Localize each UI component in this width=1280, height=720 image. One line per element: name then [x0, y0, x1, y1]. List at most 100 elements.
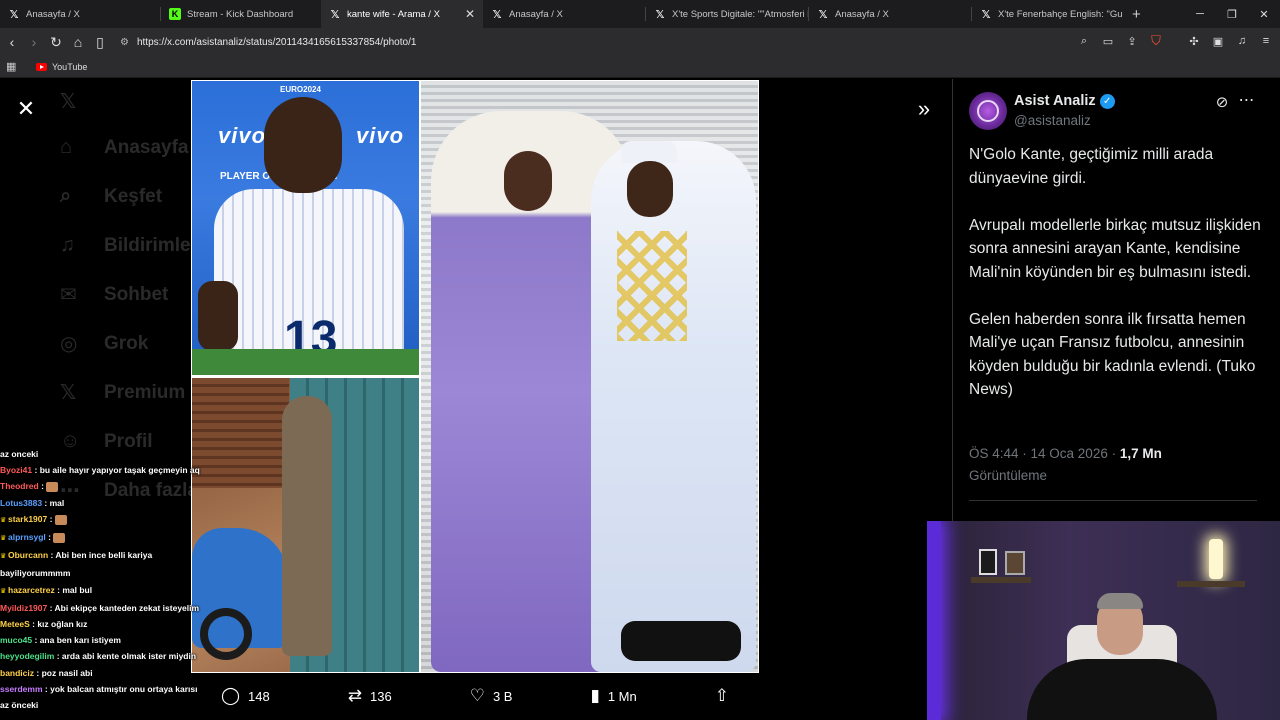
chat-message: bayiliyorummmm	[0, 568, 71, 579]
chat-message: az onceki	[0, 449, 39, 459]
emote-icon	[46, 482, 59, 493]
avatar[interactable]	[969, 92, 1007, 130]
photo-panel-couple	[421, 81, 758, 672]
display-name[interactable]: Asist Analiz ✓	[1014, 93, 1115, 109]
user-handle[interactable]: @asistanaliz	[1014, 113, 1091, 128]
tab-title: X'te Fenerbahçe English: "Guendouz	[998, 8, 1122, 20]
share-icon[interactable]: ⇪	[1124, 32, 1140, 50]
minimize-icon[interactable]: ─	[1184, 8, 1216, 20]
home-icon[interactable]: ⌂	[68, 32, 88, 52]
media-action-bar: ◯ 148 ⇄ 136 ♡ 3 B ▮ 1 Mn ⇧	[191, 679, 759, 713]
browser-tab[interactable]: 𝕏 Anasayfa / X	[483, 0, 645, 28]
bg-nav-item: ⌂ Anasayfa	[60, 136, 189, 158]
extensions-icon[interactable]: ✣	[1186, 32, 1202, 50]
collapse-panel-icon[interactable]: »	[912, 96, 936, 121]
woman-face	[504, 151, 552, 211]
like-button[interactable]: ♡ 3 B	[470, 686, 513, 706]
sidebar-icon[interactable]: ▣	[1210, 32, 1226, 50]
chat-message: bandiciz : poz nasil abi	[0, 667, 93, 678]
x-logo-icon: 𝕏	[492, 8, 502, 21]
grass	[192, 349, 419, 375]
chat-message: ♛ stark1907 :	[0, 511, 215, 529]
more-options-icon[interactable]: ⋯	[1237, 91, 1257, 109]
chat-message: Theodred :	[0, 478, 215, 494]
man-cap	[621, 141, 677, 163]
tweet-time[interactable]: ÖS 4:44 · 14 Oca 2026 ·	[969, 446, 1116, 461]
grok-icon[interactable]: ⊘	[1213, 93, 1231, 111]
player-head	[264, 97, 342, 193]
tweet-paragraph: N'Golo Kante, geçtiğimiz milli arada dün…	[969, 146, 1214, 187]
x-logo-icon: 𝕏	[818, 8, 828, 21]
led-light-strip	[927, 521, 941, 720]
analytics-icon: ▮	[590, 686, 600, 705]
chat-username: muco45	[0, 635, 33, 646]
chat-username: heyyodegilim	[0, 651, 55, 662]
brave-shield-icon[interactable]: ⛉	[1148, 32, 1164, 50]
chat-badge-icon: ♛	[0, 587, 7, 595]
bookmark-youtube[interactable]: YouTube	[36, 62, 87, 72]
repost-button[interactable]: ⇄ 136	[348, 686, 392, 706]
bg-nav-item: 𝕏 Premium	[60, 381, 186, 405]
browser-tab[interactable]: 𝕏 Anasayfa / X	[0, 0, 160, 28]
browser-tab[interactable]: K Stream - Kick Dashboard	[161, 0, 321, 28]
close-viewer-icon[interactable]: ✕	[14, 96, 38, 121]
shoes	[621, 621, 741, 661]
tab-close-icon[interactable]: ✕	[465, 7, 475, 21]
man-face	[627, 161, 673, 217]
cast-icon[interactable]: ▭	[1100, 32, 1116, 50]
chat-username: Byozi41	[0, 465, 33, 476]
chat-username: alprnsygl	[8, 532, 46, 543]
wall-shelf	[971, 577, 1031, 583]
standing-man	[282, 396, 332, 656]
chat-badge-icon: ♛	[0, 535, 7, 543]
chat-message: Myildiz1907 : Abi ekipçe kanteden zekat …	[0, 602, 200, 613]
browser-tab-bar: 𝕏 Anasayfa / X K Stream - Kick Dashboard…	[0, 0, 1280, 28]
tab-title: Anasayfa / X	[26, 8, 80, 20]
divider	[969, 500, 1257, 501]
menu-icon[interactable]: ≡	[1258, 32, 1274, 50]
share-icon: ⇧	[714, 686, 729, 705]
chat-message: heyyodegilim : arda abi kente olmak iste…	[0, 651, 197, 662]
restore-icon[interactable]: ❐	[1216, 8, 1248, 21]
chat-badge-icon: ♛	[0, 553, 7, 561]
x-logo-icon: 𝕏	[330, 8, 340, 21]
photo-frame	[1005, 551, 1025, 575]
reload-icon[interactable]: ↻	[46, 32, 66, 52]
chat-username: Theodred	[0, 481, 39, 492]
streamer-body	[1027, 659, 1217, 720]
chat-username: stark1907	[8, 513, 48, 524]
tweet-photo[interactable]: vivo vivo PLAYER OF THE MATCH EURO2024 1…	[191, 80, 759, 673]
x-logo-icon: 𝕏	[9, 8, 19, 21]
x-logo-icon: 𝕏	[981, 8, 991, 21]
chat-username: MeteeS	[0, 619, 30, 630]
site-info-icon[interactable]: ⚙	[120, 37, 129, 48]
forward-icon[interactable]: ›	[24, 32, 44, 52]
bookmark-icon[interactable]: ▯	[90, 32, 110, 52]
browser-tab[interactable]: 𝕏 X'te Sports Digitale: ""Atmosferi beğ	[646, 0, 808, 28]
display-name-text: Asist Analiz	[1014, 93, 1096, 109]
share-button[interactable]: ⇧	[715, 686, 729, 706]
browser-tab-active[interactable]: 𝕏 kante wife - Arama / X ✕	[321, 0, 483, 28]
chat-badge-icon: ♛	[0, 516, 7, 524]
new-tab-icon[interactable]: +	[1132, 6, 1141, 23]
views-button[interactable]: ▮ 1 Mn	[590, 686, 636, 706]
reply-button[interactable]: ◯ 148	[221, 686, 270, 706]
apps-grid-icon[interactable]: ▦	[6, 60, 20, 73]
browser-tab[interactable]: 𝕏 Anasayfa / X	[809, 0, 971, 28]
tab-title: Anasayfa / X	[835, 8, 889, 20]
streamer-webcam	[927, 521, 1280, 720]
tweet-paragraph: Avrupalı modellerle birkaç mutsuz ilişki…	[969, 216, 1261, 281]
emote-icon	[54, 514, 67, 525]
back-icon[interactable]: ‹	[2, 32, 22, 52]
chat-username: sserdemm	[0, 683, 43, 694]
stream-chat-overlay: az onceki Byozi41 : bu aile hayır yapıyo…	[0, 446, 215, 713]
url-field[interactable]: ⚙ https://x.com/asistanaliz/status/20114…	[120, 37, 416, 48]
media-icon[interactable]: ♫	[1234, 32, 1250, 50]
youtube-icon	[36, 62, 47, 71]
repost-icon: ⇄	[347, 686, 362, 705]
tweet-views-label: Görüntüleme	[969, 468, 1048, 483]
browser-tab[interactable]: 𝕏 X'te Fenerbahçe English: "Guendouz	[972, 0, 1122, 28]
toolbar-icons: ⌕ ▭ ⇪ ⛉ ✣ ▣ ♫ ≡	[1076, 32, 1274, 50]
zoom-icon[interactable]: ⌕	[1076, 32, 1092, 50]
window-close-icon[interactable]: ✕	[1248, 8, 1280, 21]
